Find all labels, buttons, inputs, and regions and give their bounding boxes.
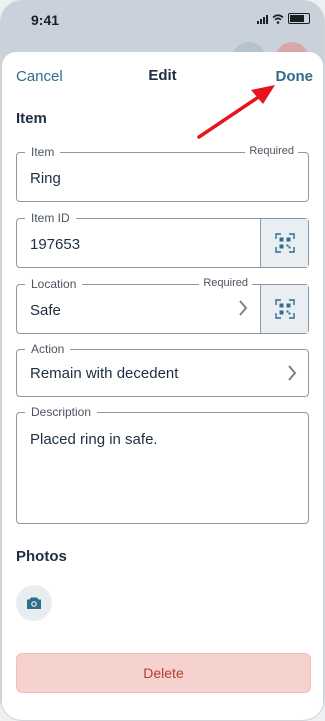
add-photo-button[interactable]	[16, 585, 52, 621]
status-time: 9:41	[31, 12, 60, 28]
status-icons	[257, 13, 310, 24]
item-required-label: Required	[245, 145, 298, 157]
item-field[interactable]: Item Required Ring	[16, 145, 309, 202]
action-field[interactable]: Action Remain with decedent	[16, 342, 309, 397]
location-label: Location	[25, 277, 83, 291]
action-label: Action	[25, 342, 71, 356]
qr-scan-icon	[274, 233, 295, 253]
location-value: Safe	[30, 302, 61, 319]
qr-scan-icon	[274, 299, 295, 319]
delete-button[interactable]: Delete	[16, 653, 311, 693]
camera-icon	[27, 597, 41, 609]
phone-frame: 9:41 Cancel Edit Done Item Item Required…	[0, 0, 325, 721]
nav-bar: Cancel Edit Done	[2, 52, 323, 100]
item-id-label: Item ID	[25, 211, 76, 225]
signal-icon	[257, 14, 268, 24]
item-section-title: Item	[16, 110, 47, 127]
chevron-right-icon	[239, 300, 248, 316]
item-id-value: 197653	[30, 236, 81, 253]
item-id-scan-button[interactable]	[260, 219, 308, 267]
description-field[interactable]: Description Placed ring in safe.	[16, 405, 309, 524]
status-bar: 9:41	[1, 1, 324, 39]
cancel-button[interactable]: Cancel	[16, 68, 63, 85]
location-required-label: Required	[199, 277, 252, 289]
done-button[interactable]: Done	[276, 68, 314, 85]
item-field-label: Item	[25, 145, 61, 159]
item-id-field[interactable]: Item ID 197653	[16, 211, 309, 268]
wifi-icon	[272, 14, 284, 24]
description-value: Placed ring in safe.	[30, 431, 158, 448]
location-field[interactable]: Location Required Safe	[16, 277, 309, 334]
description-label: Description	[25, 405, 98, 419]
location-scan-button[interactable]	[260, 285, 308, 333]
battery-icon	[288, 13, 310, 24]
chevron-right-icon	[288, 365, 297, 381]
item-field-value: Ring	[30, 170, 61, 187]
action-value: Remain with decedent	[30, 365, 179, 382]
edit-sheet: Cancel Edit Done Item Item Required Ring…	[2, 52, 323, 720]
photos-section-title: Photos	[16, 548, 67, 565]
